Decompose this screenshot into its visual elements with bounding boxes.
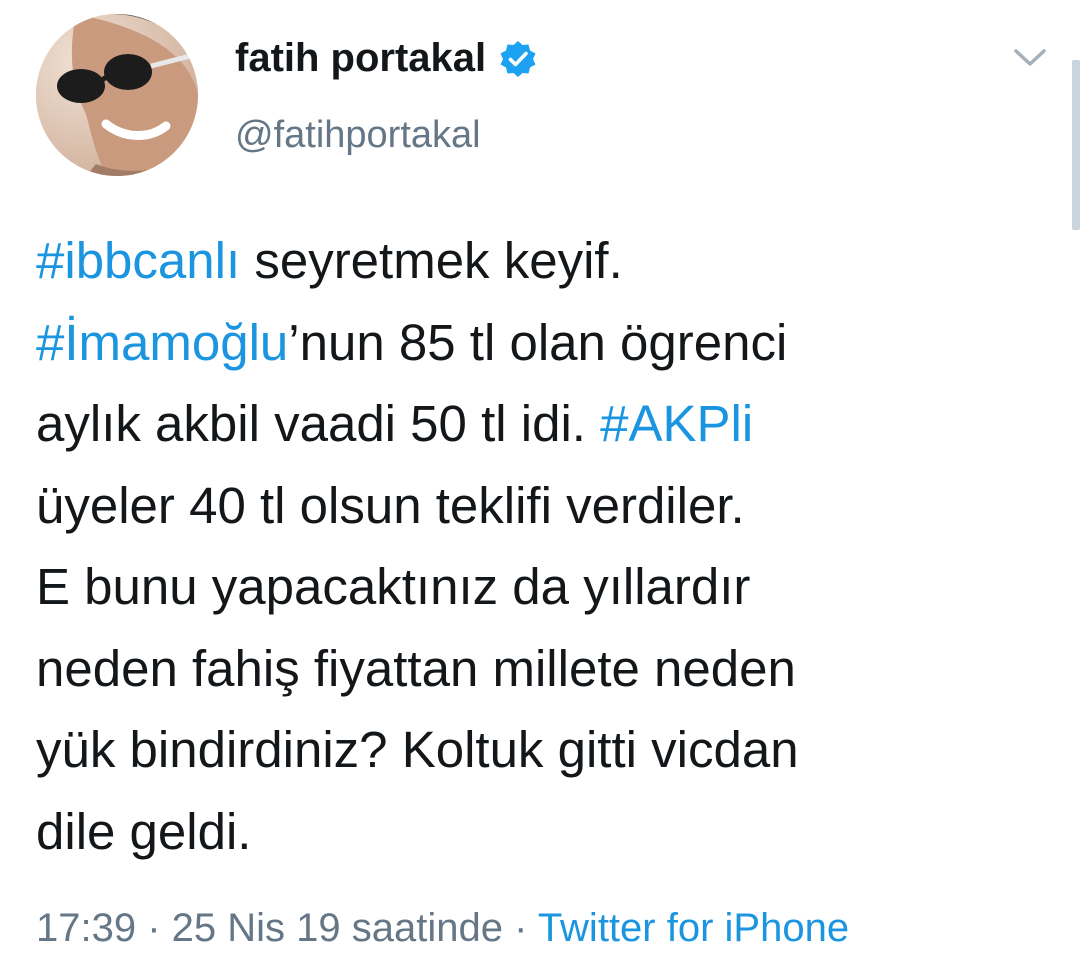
tweet-text-segment: aylık akbil vaadi 50 tl idi. [36,395,601,452]
tweet-meta: 17:39 · 25 Nis 19 saatinde · Twitter for… [36,906,849,951]
hashtag-link[interactable]: #İmamoğlu [36,314,288,371]
tweet-line: aylık akbil vaadi 50 tl idi. #AKPli [36,383,1046,465]
tweet-text-segment: ’nun 85 tl olan ögrenci [288,313,788,371]
tweet-text-segment: yük bindirdiniz? Koltuk gitti vicdan [36,721,799,778]
tweet-line: E bunu yapacaktınız da yıllardır [36,546,1046,628]
tweet-text-segment: dile geldi. [36,802,252,860]
user-handle[interactable]: @fatihportakal [235,114,481,157]
verified-badge-icon [500,40,536,77]
scrollbar[interactable] [1072,60,1080,230]
tweet-text-segment: E bunu yapacaktınız da yıllardır [36,558,751,615]
tweet-line: yük bindirdiniz? Koltuk gitti vicdan [36,709,1046,791]
tweet-text-segment: seyretmek keyif. [240,232,623,289]
avatar[interactable] [36,14,198,176]
tweet-text-segment: neden fahiş fiyattan millete neden [36,639,796,697]
hashtag-link[interactable]: #ibbcanlı [36,232,240,289]
tweet-text-segment: üyeler 40 tl olsun teklifi verdiler. [36,476,745,534]
hashtag-link[interactable]: #AKPli [600,395,753,452]
tweet-time[interactable]: 17:39 [36,906,136,950]
tweet-line: neden fahiş fiyattan millete neden [36,628,1046,710]
tweet-line: #ibbcanlı seyretmek keyif. [36,220,1046,302]
tweet-line: dile geldi. [36,791,1046,873]
tweet-line: #İmamoğlu’nun 85 tl olan ögrenci [36,302,1046,384]
tweet-date[interactable]: 25 Nis 19 saatinde [172,906,503,950]
chevron-down-icon[interactable] [1010,42,1050,72]
meta-separator: · [502,906,538,950]
tweet-source-link[interactable]: Twitter for iPhone [538,906,849,950]
tweet-text: #ibbcanlı seyretmek keyif. #İmamoğlu’nun… [36,220,1046,872]
display-name[interactable]: fatih portakal [235,36,538,81]
meta-separator: · [136,906,172,950]
display-name-text[interactable]: fatih portakal [235,36,486,81]
tweet-line: üyeler 40 tl olsun teklifi verdiler. [36,465,1046,547]
